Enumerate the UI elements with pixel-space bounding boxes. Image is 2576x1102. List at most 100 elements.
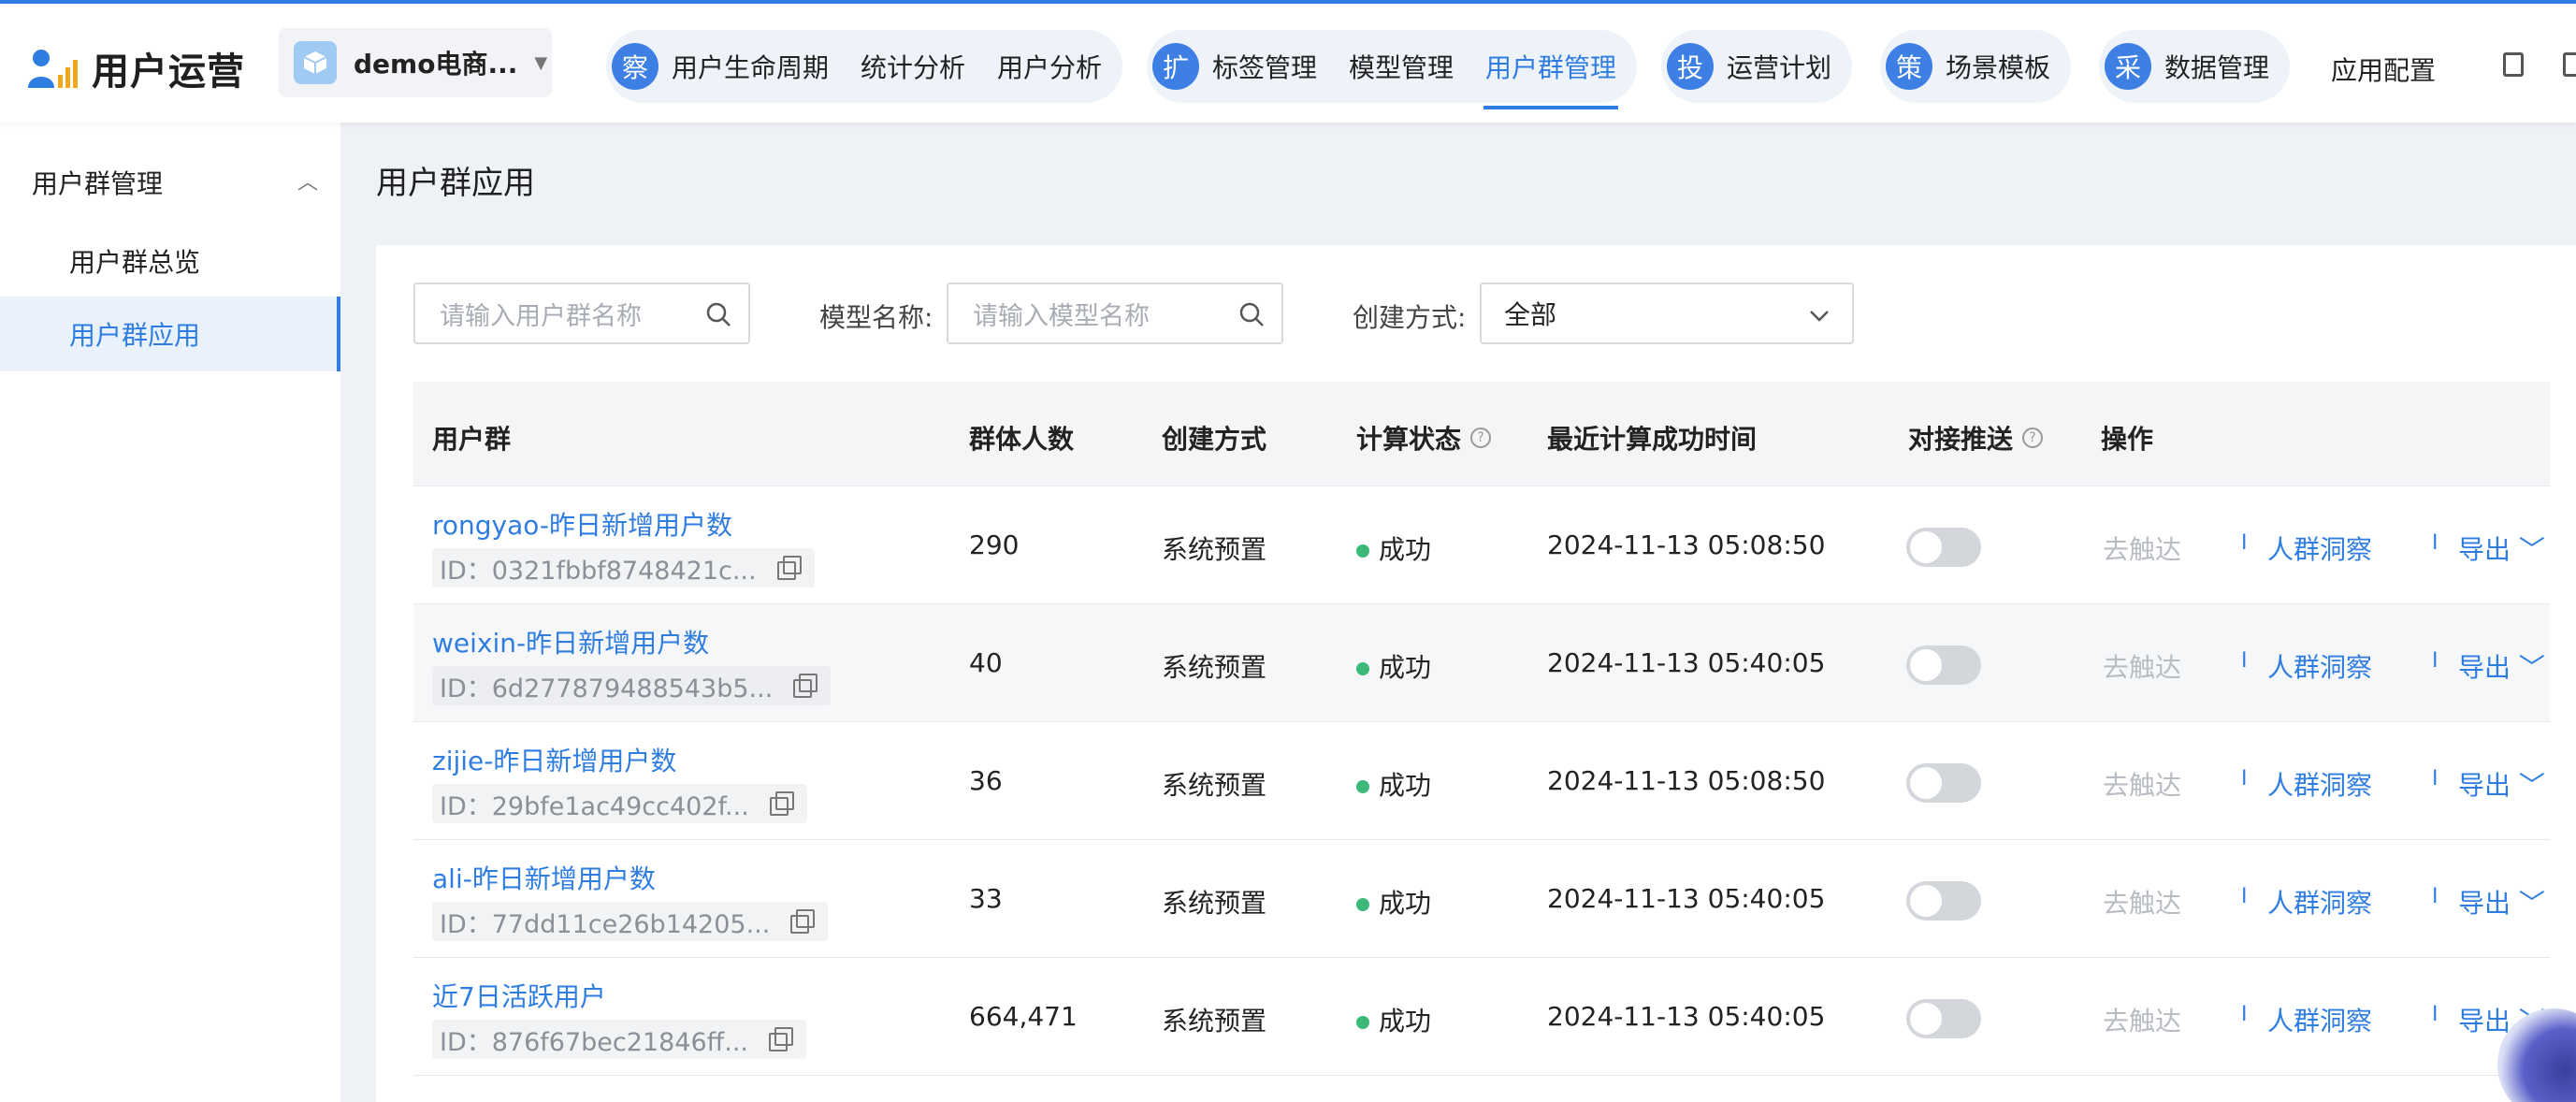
search-icon[interactable] xyxy=(1238,301,1265,327)
calc-status: 成功 xyxy=(1356,765,1431,803)
sidebar-item-overview[interactable]: 用户群总览 xyxy=(69,242,200,280)
nav-user-analysis[interactable]: 用户分析 xyxy=(997,48,1102,85)
action-divider: I xyxy=(2241,649,2248,673)
action-divider: I xyxy=(2432,531,2439,555)
model-search-placeholder: 请输入模型名称 xyxy=(973,301,1150,331)
project-selector[interactable]: demo电商... ▼ xyxy=(279,28,552,97)
export-dropdown[interactable]: 导出 ﹀ xyxy=(2458,647,2545,685)
toggle-knob xyxy=(1910,767,1942,799)
export-label: 导出 xyxy=(2458,770,2511,801)
group-id: ID：876f67bec21846ff... xyxy=(432,1020,806,1059)
group-id-text: ID：0321fbbf8748421c... xyxy=(440,556,757,586)
action-divider: I xyxy=(2432,649,2439,673)
sidebar-group-header[interactable]: 用户群管理 ︿ xyxy=(32,164,318,201)
nav-statistics[interactable]: 统计分析 xyxy=(861,48,965,85)
col-actions: 操作 xyxy=(2101,424,2154,455)
group-name-link[interactable]: rongyao-昨日新增用户数 xyxy=(432,505,732,543)
export-label: 导出 xyxy=(2458,652,2511,683)
document-icon[interactable] xyxy=(2503,52,2524,77)
sidebar-item-application-label[interactable]: 用户群应用 xyxy=(69,315,200,353)
col-method: 创建方式 xyxy=(1162,424,1267,455)
reach-button[interactable]: 去触达 xyxy=(2103,1001,2181,1038)
nav-model-management[interactable]: 模型管理 xyxy=(1349,48,1454,85)
group-id: ID：0321fbbf8748421c... xyxy=(432,548,815,587)
search-icon[interactable] xyxy=(705,301,731,327)
col-group: 用户群 xyxy=(432,424,512,455)
push-toggle[interactable] xyxy=(1906,763,1981,803)
window-icon[interactable] xyxy=(2563,52,2576,77)
nav-badge-collect: 采 xyxy=(2105,43,2151,90)
nav-data-management[interactable]: 数据管理 xyxy=(2164,48,2269,85)
chevron-down-icon: ﹀ xyxy=(2518,534,2545,565)
create-method-select[interactable]: 全部 xyxy=(1480,283,1854,344)
nav-operation-plan[interactable]: 运营计划 xyxy=(1727,48,1831,85)
group-id-text: ID：876f67bec21846ff... xyxy=(440,1027,748,1057)
insight-link[interactable]: 人群洞察 xyxy=(2267,765,2372,803)
status-dot xyxy=(1356,662,1369,675)
nav-group-observe: 察 用户生命周期 统计分析 用户分析 xyxy=(606,30,1123,103)
group-name-link[interactable]: ali-昨日新增用户数 xyxy=(432,859,656,896)
user-chart-icon xyxy=(28,50,78,88)
group-count: 36 xyxy=(969,765,1003,796)
group-search-input[interactable]: 请输入用户群名称 xyxy=(413,283,750,344)
copy-icon[interactable] xyxy=(769,791,794,816)
group-name-link[interactable]: weixin-昨日新增用户数 xyxy=(432,623,709,660)
group-name-link[interactable]: zijie-昨日新增用户数 xyxy=(432,741,676,778)
nav-group-management[interactable]: 用户群管理 xyxy=(1483,48,1619,109)
caret-down-icon: ▼ xyxy=(534,52,548,73)
help-icon[interactable]: ? xyxy=(2022,428,2044,448)
toggle-knob xyxy=(1910,649,1942,681)
export-dropdown[interactable]: 导出 ﹀ xyxy=(2458,765,2545,803)
nav-badge-deliver: 投 xyxy=(1667,43,1714,90)
nav-group-collect: 采 数据管理 xyxy=(2099,30,2291,103)
group-id-text: ID：77dd11ce26b14205... xyxy=(440,909,771,939)
chevron-down-icon: ﹀ xyxy=(2518,888,2545,919)
nav-app-config[interactable]: 应用配置 xyxy=(2331,51,2436,88)
create-method: 系统预置 xyxy=(1162,888,1267,919)
create-method-label: 创建方式: xyxy=(1353,302,1467,333)
sidebar-group-label: 用户群管理 xyxy=(32,168,164,199)
export-dropdown[interactable]: 导出 ﹀ xyxy=(2458,883,2545,921)
calc-status: 成功 xyxy=(1356,529,1431,567)
help-icon[interactable]: ? xyxy=(1470,428,1492,448)
copy-icon[interactable] xyxy=(776,556,802,580)
nav-badge-observe: 察 xyxy=(612,43,658,90)
col-push-label: 对接推送 xyxy=(1908,424,2014,455)
insight-link[interactable]: 人群洞察 xyxy=(2267,529,2372,567)
app-logo[interactable]: 用户运营 xyxy=(26,41,245,95)
nav-scene-template[interactable]: 场景模板 xyxy=(1946,48,2050,85)
reach-button[interactable]: 去触达 xyxy=(2103,883,2181,921)
group-name-link[interactable]: 近7日活跃用户 xyxy=(432,977,606,1014)
project-name: demo电商... xyxy=(354,49,518,80)
last-success-time: 2024-11-13 05:08:50 xyxy=(1547,765,1826,796)
push-toggle[interactable] xyxy=(1906,999,1981,1038)
last-success-time: 2024-11-13 05:40:05 xyxy=(1547,647,1826,678)
export-dropdown[interactable]: 导出 ﹀ xyxy=(2458,529,2545,567)
copy-icon[interactable] xyxy=(793,674,818,698)
model-search-input[interactable]: 请输入模型名称 xyxy=(947,283,1283,344)
push-toggle[interactable] xyxy=(1906,881,1981,921)
insight-link[interactable]: 人群洞察 xyxy=(2267,647,2372,685)
action-divider: I xyxy=(2432,767,2439,790)
nav-lifecycle[interactable]: 用户生命周期 xyxy=(672,48,829,85)
active-indicator xyxy=(337,297,340,371)
insight-link[interactable]: 人群洞察 xyxy=(2267,883,2372,921)
push-toggle[interactable] xyxy=(1906,528,1981,567)
action-divider: I xyxy=(2432,885,2439,908)
reach-button[interactable]: 去触达 xyxy=(2103,765,2181,803)
nav-tag-management[interactable]: 标签管理 xyxy=(1212,48,1317,85)
reach-button[interactable]: 去触达 xyxy=(2103,529,2181,567)
page-title: 用户群应用 xyxy=(376,165,535,202)
calc-status: 成功 xyxy=(1356,883,1431,921)
reach-button[interactable]: 去触达 xyxy=(2103,647,2181,685)
toggle-knob xyxy=(1910,885,1942,917)
copy-icon[interactable] xyxy=(769,1027,793,1051)
table-row: ali-昨日新增用户数 ID：77dd11ce26b14205... 33 系统… xyxy=(413,840,2550,958)
chevron-up-icon: ︿ xyxy=(297,171,318,195)
push-toggle[interactable] xyxy=(1906,645,1981,685)
calc-status: 成功 xyxy=(1356,1001,1431,1038)
cube-icon xyxy=(294,41,337,84)
copy-icon[interactable] xyxy=(790,909,816,934)
chevron-down-icon: ﹀ xyxy=(2518,770,2545,801)
insight-link[interactable]: 人群洞察 xyxy=(2267,1001,2372,1038)
